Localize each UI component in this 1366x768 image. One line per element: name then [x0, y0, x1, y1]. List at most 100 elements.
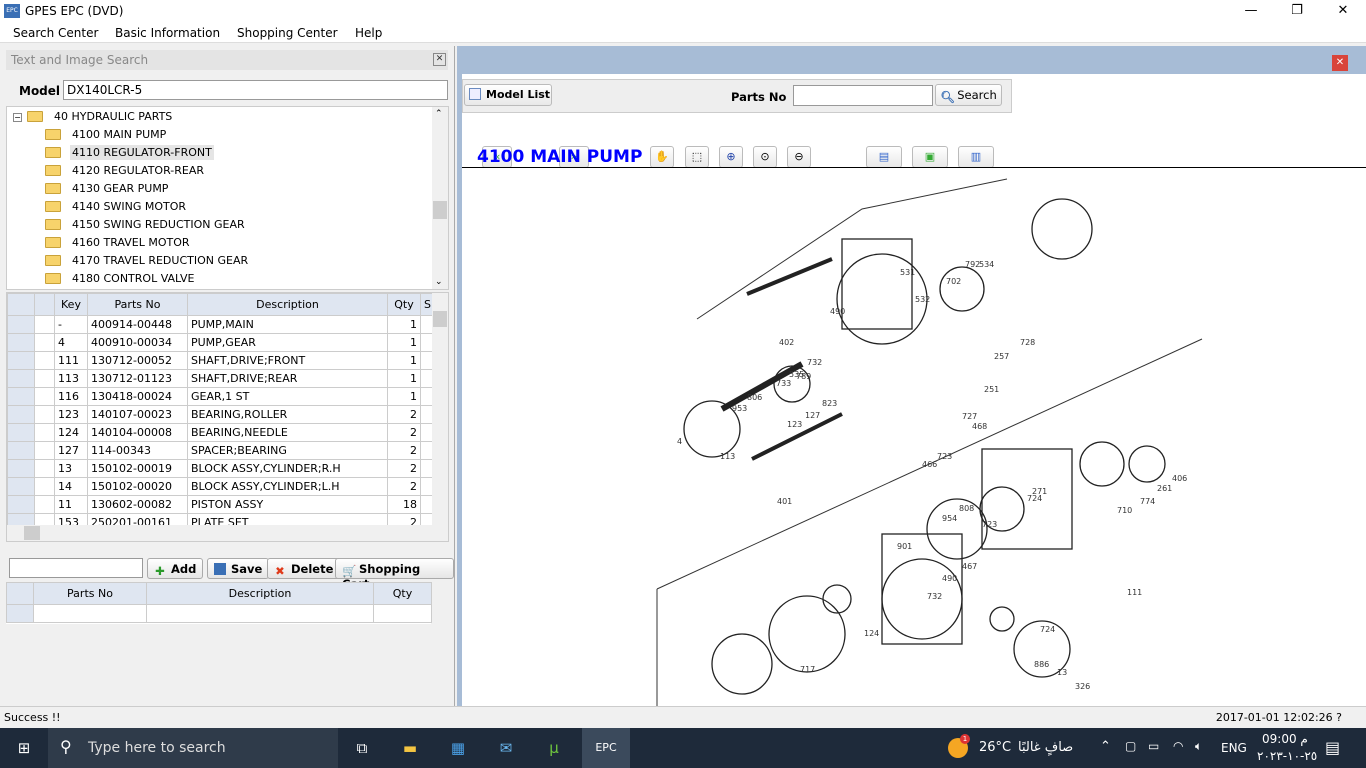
menu-shopping-center[interactable]: Shopping Center: [237, 26, 338, 40]
close-diagram-icon[interactable]: ✕: [1332, 55, 1348, 71]
row-header[interactable]: [7, 405, 35, 424]
mail-icon[interactable]: ✉: [482, 728, 530, 768]
table-row[interactable]: 127 114-00343 SPACER;BEARING 2: [7, 441, 435, 460]
volume-icon[interactable]: 🔈︎: [1195, 739, 1202, 754]
table-row[interactable]: 124 140104-00008 BEARING,NEEDLE 2: [7, 423, 435, 442]
tree-item[interactable]: 4110 REGULATOR-FRONT: [45, 144, 214, 163]
menu-search-center[interactable]: Search Center: [13, 26, 98, 40]
print-image-icon[interactable]: ▣: [912, 146, 948, 168]
row-header[interactable]: [7, 423, 35, 442]
table-vscroll[interactable]: [432, 293, 448, 525]
add-button[interactable]: ✚ Add: [147, 558, 204, 579]
diagram-panel: ✕ Model List Parts No 🔍︎ Search «» ✋ ⬚ ⊕ ⊙ ⊖ ▤ ▣…: [457, 46, 1366, 706]
callout-label: 271: [1032, 487, 1047, 496]
col-qty[interactable]: Qty: [387, 293, 421, 316]
maximize-button[interactable]: ❐: [1274, 0, 1320, 23]
col-description[interactable]: Description: [187, 293, 388, 316]
tree-item[interactable]: 4130 GEAR PUMP: [45, 181, 170, 199]
store-icon[interactable]: ▦: [434, 728, 482, 768]
tree-item[interactable]: 4140 SWING MOTOR: [45, 199, 188, 217]
row-marker: [34, 387, 55, 406]
clock-date[interactable]: ٢٥-١٠-٢٠٢٣: [1257, 749, 1317, 763]
pan-hand-icon[interactable]: ✋: [650, 146, 674, 168]
row-header[interactable]: [7, 477, 35, 496]
zoom-in-icon[interactable]: ⊕: [719, 146, 743, 168]
print-list-icon[interactable]: ▤: [866, 146, 902, 168]
model-list-button[interactable]: Model List: [464, 84, 552, 106]
tree-item[interactable]: 4180 CONTROL VALVE: [45, 271, 196, 289]
zoom-fit-icon[interactable]: ⊙: [753, 146, 777, 168]
table-row[interactable]: 111 130712-00052 SHAFT,DRIVE;FRONT 1: [7, 351, 435, 370]
windows-start-icon[interactable]: ⊞: [0, 728, 48, 768]
cart-col-qty[interactable]: Qty: [373, 582, 432, 605]
zoom-window-icon[interactable]: ⬚: [685, 146, 709, 168]
taskbar-search[interactable]: ⚲ Type here to search: [48, 728, 338, 768]
floppy-icon: [214, 563, 226, 575]
epc-app-icon[interactable]: EPC: [582, 728, 630, 768]
task-view-icon[interactable]: ⧉: [338, 728, 386, 768]
tree-item[interactable]: 4150 SWING REDUCTION GEAR: [45, 217, 247, 235]
table-row[interactable]: 4 400910-00034 PUMP,GEAR 1: [7, 333, 435, 352]
cart-parts-input[interactable]: [9, 558, 143, 578]
table-row[interactable]: 116 130418-00024 GEAR,1 ST 1: [7, 387, 435, 406]
table-row[interactable]: -400914-00448 PUMP,MAIN 1: [7, 315, 435, 334]
weather-temp[interactable]: 26°C: [979, 740, 1011, 755]
utorrent-icon[interactable]: μ: [530, 728, 578, 768]
shopping-cart-button[interactable]: 🛒Shopping Cart: [335, 558, 454, 591]
row-marker: [34, 441, 55, 460]
wifi-icon[interactable]: ◠: [1173, 739, 1183, 753]
col-key[interactable]: Key: [54, 293, 88, 316]
table-row[interactable]: 123 140107-00023 BEARING,ROLLER 2: [7, 405, 435, 424]
exploded-parts-diagram[interactable]: 5317027925344905324025357327337898069538…: [462, 169, 1366, 706]
language-indicator[interactable]: ENG: [1221, 741, 1247, 755]
tree-item[interactable]: 4100 MAIN PUMP: [45, 127, 168, 145]
row-header[interactable]: [7, 387, 35, 406]
show-hidden-icons[interactable]: ⌃: [1100, 739, 1111, 754]
clock-time[interactable]: 09:00 م: [1262, 732, 1308, 746]
tree-item[interactable]: 4120 REGULATOR-REAR: [45, 163, 206, 181]
row-header[interactable]: [7, 333, 35, 352]
row-header[interactable]: [7, 441, 35, 460]
search-button[interactable]: 🔍︎ Search: [935, 84, 1002, 106]
print-all-icon[interactable]: ▥: [958, 146, 994, 168]
zoom-out-icon[interactable]: ⊖: [787, 146, 811, 168]
parts-no-input[interactable]: [793, 85, 933, 106]
table-row[interactable]: 11 130602-00082 PISTON ASSY 18: [7, 495, 435, 514]
model-input[interactable]: DX140LCR-5: [63, 80, 448, 100]
cart-col-description[interactable]: Description: [146, 582, 374, 605]
tree-root[interactable]: 40 HYDRAULIC PARTS: [27, 109, 174, 127]
battery-icon[interactable]: ▭: [1148, 739, 1159, 753]
collapse-icon[interactable]: −: [13, 113, 22, 122]
tree-scrollbar[interactable]: ⌃ ⌄: [432, 107, 448, 289]
file-explorer-icon[interactable]: ▬: [386, 728, 434, 768]
notifications-icon[interactable]: ▤: [1325, 738, 1340, 757]
callout-label: 723: [937, 452, 952, 461]
table-hscroll[interactable]: [7, 525, 448, 541]
tree-item[interactable]: 4160 TRAVEL MOTOR: [45, 235, 192, 253]
tree-item[interactable]: 4170 TRAVEL REDUCTION GEAR: [45, 253, 250, 271]
row-header[interactable]: [7, 495, 35, 514]
weather-desc[interactable]: صافٍ غالبًا: [1018, 740, 1073, 755]
camera-icon[interactable]: ▢: [1125, 739, 1136, 753]
menu-help[interactable]: Help: [355, 26, 382, 40]
close-panel-icon[interactable]: ✕: [433, 53, 446, 66]
callout-label: 261: [1157, 484, 1172, 493]
callout-label: 954: [942, 514, 957, 523]
row-header[interactable]: [7, 315, 35, 334]
row-header[interactable]: [7, 369, 35, 388]
cart-col-parts-no[interactable]: Parts No: [33, 582, 147, 605]
menu-bar: Search Center Basic Information Shopping…: [0, 23, 1366, 43]
table-row[interactable]: 14 150102-00020 BLOCK ASSY,CYLINDER;L.H 2: [7, 477, 435, 496]
save-button[interactable]: Save: [207, 558, 270, 579]
minimize-button[interactable]: —: [1228, 0, 1274, 23]
table-row[interactable]: 113 130712-01123 SHAFT,DRIVE;REAR 1: [7, 369, 435, 388]
table-row[interactable]: 13 150102-00019 BLOCK ASSY,CYLINDER;R.H 2: [7, 459, 435, 478]
cell-qty: 2: [387, 459, 421, 478]
row-marker: [34, 423, 55, 442]
row-header[interactable]: [7, 351, 35, 370]
row-header[interactable]: [7, 459, 35, 478]
menu-basic-information[interactable]: Basic Information: [115, 26, 220, 40]
close-button[interactable]: ✕: [1320, 0, 1366, 23]
col-parts-no[interactable]: Parts No: [87, 293, 188, 316]
delete-button[interactable]: ✖ Delete: [267, 558, 341, 579]
